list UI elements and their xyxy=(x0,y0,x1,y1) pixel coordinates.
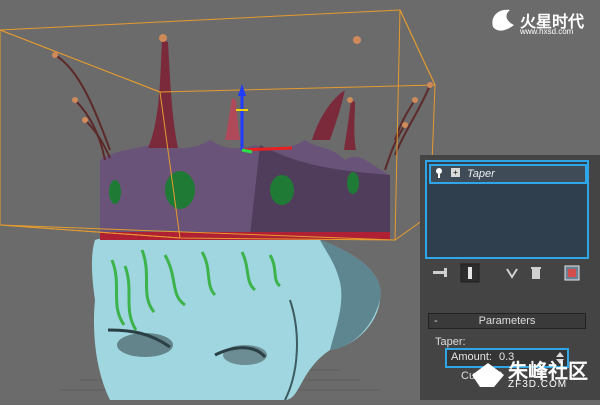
stack-item-taper[interactable]: + Taper xyxy=(429,164,587,184)
configure-modifier-sets-button[interactable] xyxy=(562,263,582,283)
remove-modifier-icon xyxy=(531,267,541,279)
remove-modifier-button[interactable] xyxy=(526,263,546,283)
show-end-result-icon xyxy=(460,263,480,283)
expand-icon[interactable]: + xyxy=(451,168,460,177)
stack-item-label: Taper xyxy=(467,168,495,180)
make-unique-button[interactable] xyxy=(502,263,522,283)
parameters-rollout-header[interactable]: - Parameters xyxy=(428,313,586,329)
show-end-result-button[interactable] xyxy=(460,263,480,283)
hxsd-logo-url: www.hxsd.com xyxy=(520,27,574,36)
pin-stack-button[interactable] xyxy=(430,263,450,283)
zf3d-logo-url: ZF3D.COM xyxy=(508,379,568,390)
pin-stack-icon xyxy=(433,268,447,277)
make-unique-icon xyxy=(506,268,518,279)
modifier-stack-list[interactable]: + Taper xyxy=(425,160,589,259)
configure-modifier-sets-icon xyxy=(564,265,580,281)
transform-axis[interactable] xyxy=(236,84,293,154)
taper-group-label: Taper: xyxy=(435,336,466,348)
rollout-title: Parameters xyxy=(478,315,536,327)
lightbulb-icon[interactable] xyxy=(435,167,443,179)
head-model[interactable] xyxy=(91,233,381,400)
crown-model[interactable] xyxy=(100,40,390,240)
